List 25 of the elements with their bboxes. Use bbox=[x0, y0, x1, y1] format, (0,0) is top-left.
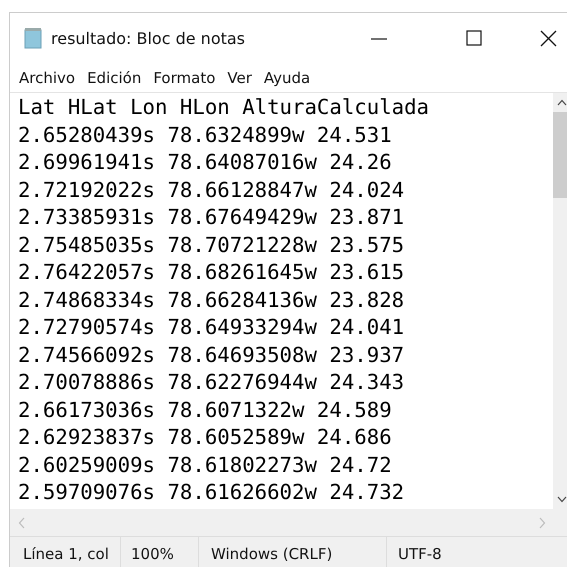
text-line: 2.74868334s 78.66284136w 23.828 bbox=[18, 286, 404, 314]
text-line: 2.66173036s 78.6071322w 24.589 bbox=[18, 396, 392, 424]
status-text: Línea 1, col bbox=[22, 544, 110, 565]
text-line: 2.75485035s 78.70721228w 23.575 bbox=[18, 232, 404, 258]
text-line: 2.72192022s 78.66128847w 24.024 bbox=[18, 176, 404, 204]
text-line: 2.60259009s 78.61802273w 24.72 bbox=[18, 452, 392, 478]
text-line: 2.65280439s 78.6324899w 24.531 bbox=[18, 122, 392, 148]
status-text: 100% bbox=[120, 537, 198, 567]
text-line: 2.59709076s 78.61626602w 24.732 bbox=[18, 479, 404, 506]
menu-item[interactable]: Ayuda bbox=[264, 68, 310, 86]
text-line: 2.76422057s 78.68261645w 23.615 bbox=[18, 259, 404, 286]
status-text: Windows (CRLF) bbox=[198, 537, 386, 567]
menu-item[interactable]: Archivo bbox=[19, 68, 76, 86]
text-line: 2.69961941s 78.64087016w 24.26 bbox=[18, 149, 392, 176]
text-line: 2.62923837s 78.6052589w 24.686 bbox=[18, 424, 392, 451]
menu-item[interactable]: Ver bbox=[227, 68, 252, 86]
text-line: 2.72790574s 78.64933294w 24.041 bbox=[18, 314, 404, 341]
status-text: UTF-8 bbox=[386, 537, 486, 567]
menu-item[interactable]: Formato bbox=[153, 68, 216, 86]
window-title: resultado: Bloc de notas bbox=[51, 28, 246, 48]
text-line: 2.70078886s 78.62276944w 24.343 bbox=[18, 369, 404, 396]
text-line: 2.73385931s 78.67649429w 23.871 bbox=[18, 204, 404, 231]
text-line: Lat HLat Lon HLon AlturaCalculada bbox=[18, 94, 430, 121]
menu-item[interactable]: Edición bbox=[87, 68, 142, 86]
text-line: 2.74566092s 78.64693508w 23.937 bbox=[18, 342, 404, 368]
